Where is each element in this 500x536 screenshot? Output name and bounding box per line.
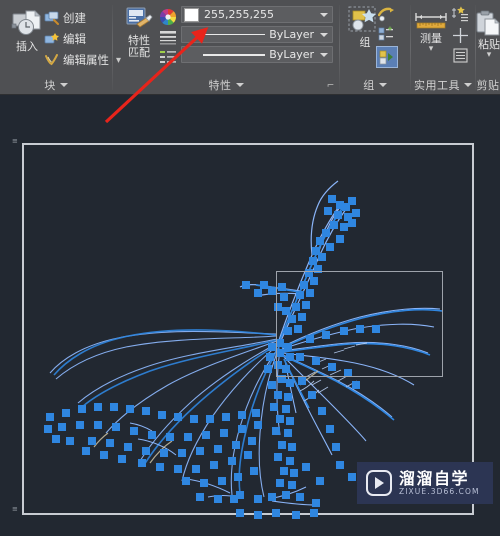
linetype-sample-line	[203, 34, 266, 35]
paste-icon	[475, 10, 500, 38]
match-properties-button[interactable]: 特性 匹配	[119, 6, 159, 59]
ribbon-panel-block: 插入 创建 编辑 编辑属性 ▾ 块	[0, 0, 121, 95]
quick-select-button[interactable]	[451, 6, 469, 23]
edit-attributes-label: 编辑属性	[63, 53, 109, 67]
object-color-dropdown[interactable]: 255,255,255	[181, 6, 333, 23]
lineweight-list-icon	[159, 50, 177, 66]
chevron-down-icon[interactable]	[316, 7, 332, 22]
create-block-label: 创建	[63, 11, 86, 25]
object-linetype-value: ByLayer	[269, 28, 314, 41]
edit-block-item[interactable]: 编辑	[44, 31, 86, 47]
edit-block-icon	[44, 32, 59, 46]
list-icon	[453, 48, 468, 63]
object-linetype-dropdown[interactable]: ByLayer	[181, 26, 333, 43]
linetype-preview: ByLayer	[182, 27, 316, 42]
insert-button[interactable]: 插入	[6, 8, 48, 53]
create-block-item[interactable]: 创建	[44, 10, 86, 26]
insert-button-label: 插入	[16, 40, 38, 53]
object-color-value: 255,255,255	[204, 8, 274, 21]
object-lineweight-value: ByLayer	[269, 48, 314, 61]
chevron-down-icon	[59, 82, 68, 87]
edit-group-icon	[378, 6, 395, 22]
properties-dialog-launcher[interactable]: ⌐	[326, 82, 335, 91]
drawing-canvas[interactable]: ≡ ≡ 溜溜自学 ZIXUE.3D66.COM	[0, 95, 500, 536]
match-properties-icon	[124, 6, 154, 34]
panel-label-utilities-text: 实用工具	[414, 78, 460, 92]
measure-button[interactable]: 测量 ▾	[413, 10, 449, 54]
ribbon-panel-utilities: 测量 ▾ 实用工具	[411, 0, 475, 95]
selection-window[interactable]	[276, 271, 443, 377]
match-properties-label-2: 匹配	[128, 46, 150, 59]
linetype-list-button[interactable]	[159, 30, 177, 46]
edit-attributes-item[interactable]: 编辑属性 ▾	[44, 52, 121, 68]
panel-label-block-text: 块	[44, 78, 56, 92]
ribbon-panel-properties: 特性 匹配 255,255,255 ByLayer ByLayer 特性 ⌐	[113, 0, 339, 95]
measure-dropdown-caret[interactable]: ▾	[429, 45, 434, 54]
point-marker-button[interactable]	[453, 28, 468, 43]
watermark-subtitle: ZIXUE.3D66.COM	[399, 486, 480, 496]
quick-select-icon	[451, 6, 469, 23]
edit-block-label: 编辑	[63, 32, 86, 46]
object-lineweight-dropdown[interactable]: ByLayer	[181, 46, 333, 63]
create-block-icon	[44, 11, 59, 25]
autocad-window: 插入 创建 编辑 编辑属性 ▾ 块 特性 匹配 255,255,255 ByLa…	[0, 0, 500, 536]
chevron-down-icon	[235, 82, 244, 87]
watermark-title: 溜溜自学	[399, 468, 470, 488]
measure-icon	[414, 10, 448, 32]
ribbon-bar: 插入 创建 编辑 编辑属性 ▾ 块 特性 匹配 255,255,255 ByLa…	[0, 0, 500, 95]
paste-dropdown-caret[interactable]: ▾	[487, 51, 492, 60]
panel-label-block[interactable]: 块	[0, 74, 112, 95]
panel-label-properties-text: 特性	[208, 78, 232, 92]
color-swatch	[184, 7, 199, 22]
add-to-group-icon	[378, 26, 395, 42]
lineweight-preview: ByLayer	[182, 47, 316, 62]
panel-label-properties[interactable]: 特性	[113, 74, 339, 95]
point-marker-icon	[453, 28, 468, 43]
chevron-down-icon[interactable]	[316, 47, 332, 62]
group-selection-toggle-icon	[379, 50, 395, 65]
linetype-list-icon	[159, 30, 177, 46]
create-group-icon	[348, 6, 382, 36]
lineweight-list-button[interactable]	[159, 50, 177, 66]
watermark: 溜溜自学 ZIXUE.3D66.COM	[357, 462, 493, 504]
chevron-down-icon	[378, 82, 387, 87]
panel-label-group-text: 组	[363, 78, 375, 92]
color-wheel-icon	[159, 8, 177, 26]
create-group-label: 组	[359, 36, 371, 49]
insert-block-icon	[10, 8, 44, 40]
group-selection-toggle-button[interactable]	[376, 46, 398, 68]
paste-button[interactable]: 粘贴 ▾	[472, 10, 500, 60]
color-wheel-button[interactable]	[159, 8, 177, 26]
lineweight-sample-line	[203, 53, 266, 56]
panel-label-group[interactable]: 组	[340, 74, 410, 95]
add-to-group-button[interactable]	[378, 26, 395, 42]
watermark-text: 溜溜自学 ZIXUE.3D66.COM	[399, 470, 480, 497]
chevron-down-icon	[464, 82, 472, 87]
edit-group-button[interactable]	[378, 6, 395, 22]
panel-label-utilities[interactable]: 实用工具	[411, 74, 475, 95]
chevron-down-icon[interactable]	[316, 27, 332, 42]
play-button-icon	[366, 470, 392, 496]
list-button[interactable]	[453, 48, 468, 63]
panel-label-clipboard-text: 剪贴	[476, 78, 500, 92]
ribbon-panel-group: 组 组	[340, 0, 410, 95]
panel-label-clipboard[interactable]: 剪贴	[476, 74, 500, 95]
edit-attributes-icon	[44, 53, 59, 67]
ribbon-panel-clipboard: 粘贴 ▾ 剪贴	[476, 0, 500, 95]
